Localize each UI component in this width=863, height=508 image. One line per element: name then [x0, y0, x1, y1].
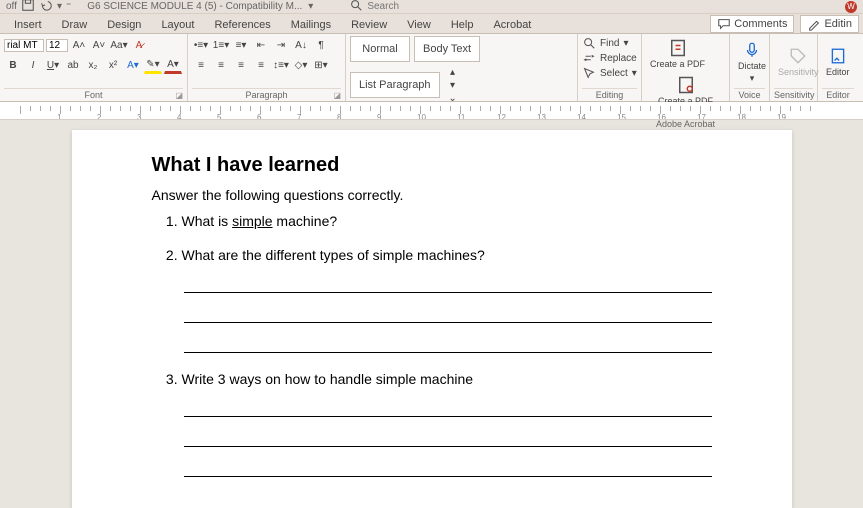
tab-layout[interactable]: Layout	[151, 17, 204, 33]
page: What I have learned Answer the following…	[72, 130, 792, 508]
voice-group-label: Voice	[738, 90, 760, 100]
text-effects-button[interactable]: A▾	[124, 56, 142, 74]
comment-icon	[717, 17, 731, 31]
font-color-button[interactable]: A▾	[164, 56, 182, 74]
editing-mode-button[interactable]: Editin	[800, 15, 859, 33]
horizontal-ruler[interactable]: 12345678910111213141516171819	[0, 102, 863, 120]
find-button[interactable]: Find▾	[582, 36, 628, 50]
comments-button[interactable]: Comments	[710, 15, 794, 33]
editor-group-label: Editor	[826, 90, 850, 100]
font-dialog-launcher[interactable]: ◪	[175, 91, 183, 100]
question-2: What are the different types of simple m…	[182, 247, 712, 353]
select-icon	[582, 66, 596, 80]
align-left-button[interactable]: ≡	[192, 56, 210, 74]
dictate-button[interactable]: Dictate▾	[734, 39, 770, 86]
mic-icon	[743, 41, 761, 59]
show-marks-button[interactable]: ¶	[312, 36, 330, 54]
grow-font-button[interactable]: A˄	[70, 36, 88, 54]
align-center-button[interactable]: ≡	[212, 56, 230, 74]
paragraph-dialog-launcher[interactable]: ◪	[333, 91, 341, 100]
numbering-button[interactable]: 1≡▾	[212, 36, 230, 54]
save-icon[interactable]	[21, 0, 35, 15]
font-group-label: Font	[84, 90, 102, 100]
autosave-toggle[interactable]: off	[6, 1, 17, 12]
create-pdf-button[interactable]: Create a PDF	[646, 36, 709, 71]
clear-format-button[interactable]: A̷	[130, 36, 148, 54]
bullets-button[interactable]: •≡▾	[192, 36, 210, 54]
paragraph-group-label: Paragraph	[245, 90, 287, 100]
pdf-icon	[668, 38, 688, 58]
tab-help[interactable]: Help	[441, 17, 484, 33]
style-body-text[interactable]: Body Text	[414, 36, 480, 62]
answer-line	[184, 399, 712, 417]
document-title: G6 SCIENCE MODULE 4 (5) - Compatibility …	[87, 1, 302, 12]
tab-draw[interactable]: Draw	[52, 17, 98, 33]
style-list-paragraph[interactable]: List Paragraph	[350, 72, 440, 98]
answer-line	[184, 275, 712, 293]
document-area[interactable]: What I have learned Answer the following…	[0, 120, 863, 508]
tab-insert[interactable]: Insert	[4, 17, 52, 33]
tab-design[interactable]: Design	[97, 17, 151, 33]
styles-scroll-down[interactable]: ▾	[444, 79, 462, 91]
multilevel-button[interactable]: ≡▾	[232, 36, 250, 54]
pencil-icon	[807, 17, 821, 31]
tab-references[interactable]: References	[204, 17, 280, 33]
find-icon	[582, 36, 596, 50]
shading-button[interactable]: ◇▾	[292, 56, 310, 74]
style-normal[interactable]: Normal	[350, 36, 410, 62]
align-right-button[interactable]: ≡	[232, 56, 250, 74]
tab-view[interactable]: View	[397, 17, 441, 33]
editing-group-label: Editing	[596, 90, 624, 100]
sensitivity-button: Sensitivity	[774, 45, 823, 79]
tab-mailings[interactable]: Mailings	[281, 17, 341, 33]
qat-customize-icon[interactable]: ⁼	[66, 1, 71, 12]
font-size-input[interactable]	[46, 39, 68, 52]
answer-line	[184, 429, 712, 447]
search-input[interactable]	[367, 1, 457, 12]
replace-icon	[582, 51, 596, 65]
tab-review[interactable]: Review	[341, 17, 397, 33]
acrobat-group-label: Adobe Acrobat	[656, 119, 715, 129]
doc-heading: What I have learned	[152, 154, 712, 177]
shrink-font-button[interactable]: A˅	[90, 36, 108, 54]
strike-button[interactable]: ab	[64, 56, 82, 74]
answer-line	[184, 305, 712, 323]
font-name-input[interactable]	[4, 39, 44, 52]
share-pdf-icon	[676, 75, 696, 95]
replace-button[interactable]: Replace	[582, 51, 637, 65]
editor-button[interactable]: Editor	[822, 45, 854, 79]
decrease-indent-button[interactable]: ⇤	[252, 36, 270, 54]
underline-button[interactable]: U▾	[44, 56, 62, 74]
justify-button[interactable]: ≡	[252, 56, 270, 74]
redo-dropdown-icon[interactable]: ▾	[57, 1, 62, 12]
user-avatar[interactable]: W	[845, 1, 857, 13]
question-1: What is simple machine?	[182, 213, 712, 229]
increase-indent-button[interactable]: ⇥	[272, 36, 290, 54]
select-button[interactable]: Select▾	[582, 66, 637, 80]
question-3: Write 3 ways on how to handle simple mac…	[182, 371, 712, 477]
title-bar: off ▾ ⁼ G6 SCIENCE MODULE 4 (5) - Compat…	[0, 0, 863, 14]
styles-scroll-up[interactable]: ▴	[444, 66, 462, 78]
answer-line	[184, 335, 712, 353]
editor-icon	[829, 47, 847, 65]
superscript-button[interactable]: x²	[104, 56, 122, 74]
borders-button[interactable]: ⊞▾	[312, 56, 330, 74]
answer-line	[184, 459, 712, 477]
sort-button[interactable]: A↓	[292, 36, 310, 54]
title-dropdown-icon[interactable]: ▾	[308, 1, 313, 12]
bold-button[interactable]: B	[4, 56, 22, 74]
sensitivity-group-label: Sensitivity	[774, 90, 815, 100]
highlight-button[interactable]: ✎▾	[144, 56, 162, 74]
change-case-button[interactable]: Aa▾	[110, 36, 128, 54]
search-icon	[349, 0, 363, 15]
subscript-button[interactable]: x₂	[84, 56, 102, 74]
italic-button[interactable]: I	[24, 56, 42, 74]
tab-acrobat[interactable]: Acrobat	[483, 17, 541, 33]
line-spacing-button[interactable]: ↕≡▾	[272, 56, 290, 74]
tag-icon	[789, 47, 807, 65]
undo-icon[interactable]	[39, 0, 53, 15]
ribbon: A˄ A˅ Aa▾ A̷ B I U▾ ab x₂ x² A▾ ✎▾ A▾ Fo…	[0, 34, 863, 102]
ribbon-tabs: Insert Draw Design Layout References Mai…	[0, 14, 863, 34]
doc-instruction: Answer the following questions correctly…	[152, 187, 712, 203]
